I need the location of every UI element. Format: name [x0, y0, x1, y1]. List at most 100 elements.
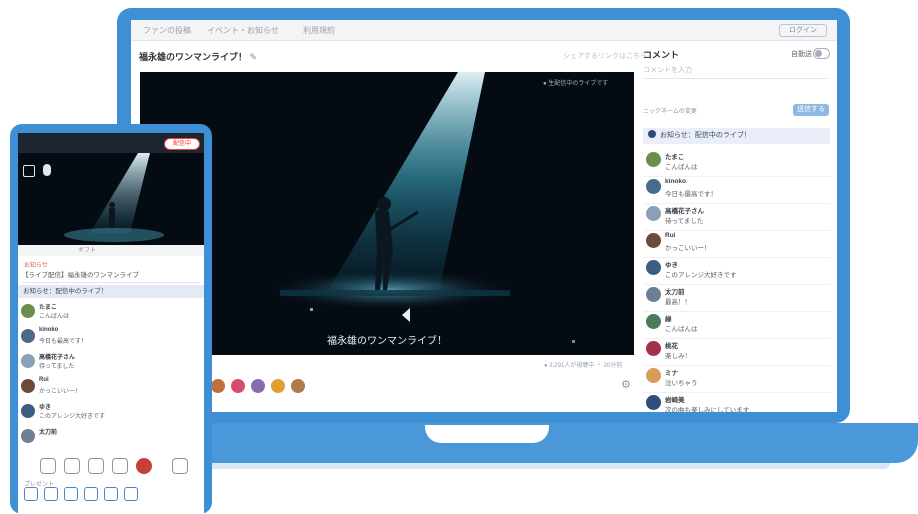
- nav-link-events[interactable]: イベント・お知らせ: [207, 25, 279, 36]
- chat-icon[interactable]: [40, 458, 56, 474]
- comment-item: 緑こんばんは: [643, 310, 830, 339]
- comment-item: ゆきこのアレンジ大好きです: [643, 256, 830, 285]
- video-caption: 福永雄のワンマンライブ！: [327, 336, 447, 347]
- phone-screen: 配信中 ギフト お知らせ 【ライブ配信】福永雄のワンマンライブ お知らせ：配信中…: [18, 133, 204, 514]
- gift-label: ギフト: [78, 248, 97, 254]
- comment-author: 高橋花子さん: [39, 355, 76, 361]
- avatar[interactable]: [21, 429, 35, 443]
- comment-text: 泣いちゃう: [665, 380, 698, 387]
- stamp-icon[interactable]: [136, 458, 152, 474]
- post-comment-button[interactable]: 送信する: [793, 104, 829, 116]
- phone-comment-item: Rui かっこいいー！: [18, 376, 204, 398]
- avatar[interactable]: [646, 395, 661, 410]
- avatar[interactable]: [21, 329, 35, 343]
- comment-item: 太刀前 最高！！: [643, 283, 830, 312]
- reaction-icon-5[interactable]: [291, 379, 305, 393]
- avatar[interactable]: [646, 314, 661, 329]
- share-link[interactable]: シェアするリンクはこちら: [563, 51, 647, 61]
- nickname-link[interactable]: ニックネームの変更: [643, 106, 697, 115]
- avatar[interactable]: [646, 341, 661, 356]
- comment-text: かっこいいー！: [39, 389, 82, 395]
- login-button[interactable]: ログイン: [779, 24, 827, 37]
- comment-text: このアレンジ大好きです: [39, 414, 106, 420]
- live-badge: 配信中: [164, 138, 200, 150]
- comment-author: Rui: [665, 232, 676, 239]
- stream-title-text: 福永雄のワンマンライブ！: [139, 52, 248, 62]
- comment-author: kinoko: [665, 178, 686, 185]
- avatar[interactable]: [646, 179, 661, 194]
- present-icon-6[interactable]: [124, 487, 138, 501]
- phone-pinned-comment: お知らせ：配信中のライブ！: [18, 285, 204, 298]
- comment-text: 次の曲も楽しみにしています: [665, 407, 750, 412]
- comment-author: ミナ: [665, 370, 678, 377]
- send-icon[interactable]: [172, 458, 188, 474]
- reaction-icon-3[interactable]: [251, 379, 265, 393]
- comment-item: 桃花 楽しみ！: [643, 337, 830, 366]
- comment-text: かっこいいー！: [665, 245, 711, 252]
- phone-comment-item: たまこ こんばんは: [18, 301, 204, 323]
- reaction-icon-4[interactable]: [271, 379, 285, 393]
- comment-icon[interactable]: [64, 458, 80, 474]
- present-icon-5[interactable]: [104, 487, 118, 501]
- video-player[interactable]: ● 生配信中のライブです 福永雄のワンマンライブ！: [140, 72, 634, 355]
- comment-author: 岩崎美: [665, 397, 685, 404]
- comment-item: たまこ こんばんは: [643, 148, 830, 177]
- comment-author: Rui: [39, 377, 49, 383]
- avatar[interactable]: [646, 206, 661, 221]
- present-icon-2[interactable]: [44, 487, 58, 501]
- gift-icon[interactable]: [88, 458, 104, 474]
- pencil-icon[interactable]: ✎: [250, 52, 258, 62]
- live-indicator: ● 生配信中のライブです: [543, 81, 609, 87]
- comment-input[interactable]: コメントを入力: [643, 64, 828, 79]
- comment-list: たまこ こんばんは kinoko 今日も最高です！ 高橋花子さん 待ってました Rui かっこ…: [643, 148, 830, 412]
- comment-text: 最高！！: [665, 299, 691, 306]
- present-icon-3[interactable]: [64, 487, 78, 501]
- stream-title: 福永雄のワンマンライブ！ ✎: [139, 50, 257, 63]
- present-icons: [24, 487, 200, 503]
- phone-stream-title[interactable]: 【ライブ配信】福永雄のワンマンライブ: [22, 270, 200, 283]
- phone-gift-bar[interactable]: ギフト: [18, 245, 204, 256]
- phone-comment-list: たまここんばんは kinoko 今日も最高です！ 高橋花子さん 待ってました Rui かっこ…: [18, 301, 204, 451]
- comment-author: たまこ: [39, 305, 57, 311]
- avatar[interactable]: [21, 404, 35, 418]
- comment-author: 太刀前: [39, 430, 58, 436]
- phone-comment-item: 高橋花子さん 待ってました: [18, 351, 204, 373]
- avatar[interactable]: [21, 304, 35, 318]
- reaction-icon-2[interactable]: [231, 379, 245, 393]
- comment-author: ゆき: [39, 405, 52, 411]
- reaction-icon-1[interactable]: [211, 379, 225, 393]
- comment-text: こんばんは: [39, 314, 70, 320]
- nav-link-terms[interactable]: 利用規約: [303, 25, 335, 36]
- comment-panel: コメント 自動送り コメントを入力 ニックネームの変更 送信する お知らせ：配信…: [643, 44, 830, 412]
- pinned-comment: お知らせ：配信中のライブ！: [643, 128, 830, 144]
- pinned-text: お知らせ：配信中のライブ！: [660, 132, 751, 139]
- comment-text: このアレンジ大好きです: [665, 272, 737, 279]
- avatar[interactable]: [21, 379, 35, 393]
- avatar[interactable]: [646, 260, 661, 275]
- comment-item: 岩崎美次の曲も楽しみにしています: [643, 391, 830, 412]
- image-icon[interactable]: [23, 165, 35, 177]
- present-icon-4[interactable]: [84, 487, 98, 501]
- stage-spotlight-image: [140, 72, 634, 355]
- avatar[interactable]: [646, 368, 661, 383]
- avatar[interactable]: [646, 152, 661, 167]
- auto-scroll-toggle[interactable]: [813, 48, 830, 59]
- avatar[interactable]: [21, 354, 35, 368]
- comment-author: ゆき: [665, 262, 678, 269]
- phone-comment-item: 太刀前: [18, 426, 204, 448]
- comment-item: Rui かっこいいー！: [643, 229, 830, 258]
- phone-comment-item: kinoko 今日も最高です！: [18, 326, 204, 348]
- phone-pinned-text: お知らせ：配信中のライブ！: [23, 288, 108, 295]
- heart-icon[interactable]: [112, 458, 128, 474]
- comment-text: 楽しみ！: [665, 353, 691, 360]
- mic-icon[interactable]: [43, 164, 51, 176]
- present-icon-1[interactable]: [24, 487, 38, 501]
- nav-link-posts[interactable]: ファンの投稿: [143, 25, 191, 36]
- laptop-screen: ファンの投稿 イベント・お知らせ 利用規約 ログイン 福永雄のワンマンライブ！ …: [131, 20, 837, 412]
- avatar[interactable]: [646, 287, 661, 302]
- comment-text: 今日も最高です！: [39, 339, 88, 345]
- comment-author: たまこ: [665, 154, 685, 161]
- avatar[interactable]: [646, 233, 661, 248]
- gear-icon[interactable]: ⚙: [621, 378, 631, 391]
- phone-video-player[interactable]: [18, 153, 204, 245]
